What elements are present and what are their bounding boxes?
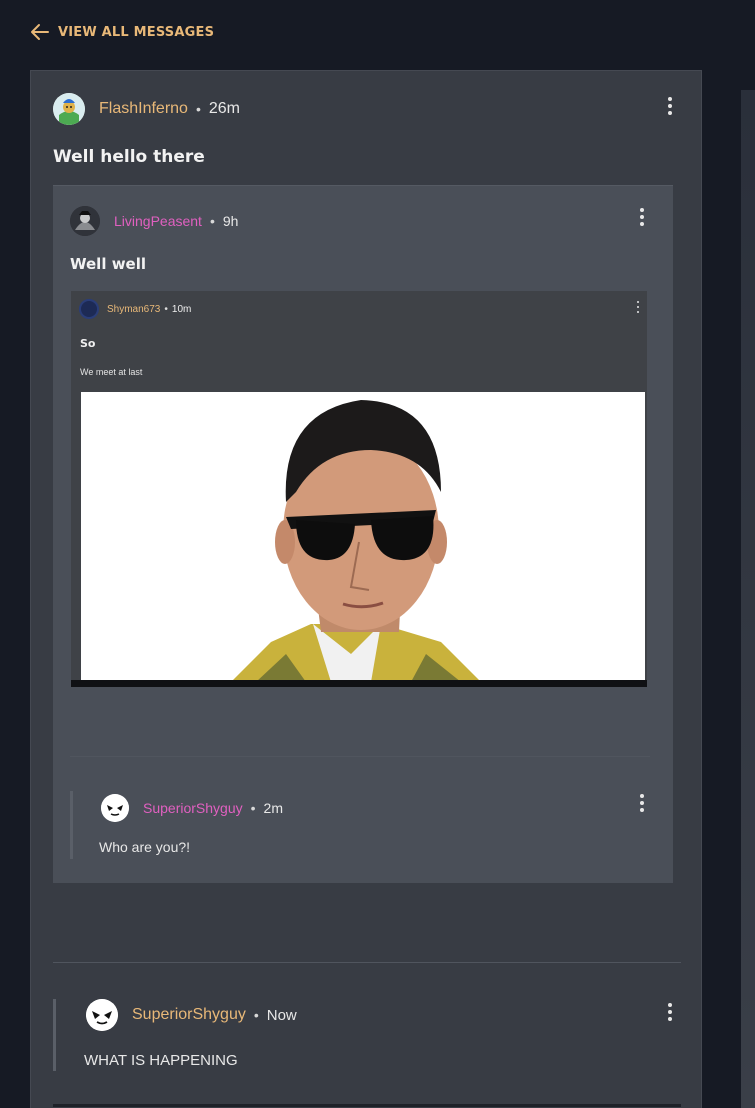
- reply-message: SuperiorShyguy • Now WHAT IS HAPPENING: [53, 999, 653, 1071]
- screenshot-header: Shyman673 • 10m: [79, 299, 191, 319]
- quoted-time: 9h: [222, 213, 239, 229]
- post-header: FlashInferno • 26m: [53, 93, 240, 125]
- quoted-menu-icon[interactable]: [640, 208, 646, 226]
- quoted-divider: [70, 756, 650, 757]
- view-all-messages-link[interactable]: VIEW ALL MESSAGES: [30, 22, 214, 42]
- reply-header: SuperiorShyguy • Now: [86, 999, 297, 1031]
- quoted-message: LivingPeasent • 9h Well well Shyman673 •…: [53, 185, 673, 883]
- post-username[interactable]: FlashInferno: [99, 100, 188, 118]
- embedded-screenshot[interactable]: Shyman673 • 10m So We meet at last: [71, 291, 647, 687]
- card-divider: [53, 962, 681, 963]
- quoted-reply: SuperiorShyguy • 2m Who are you?!: [70, 791, 630, 859]
- reply-time: Now: [266, 1006, 297, 1024]
- quoted-reply-text: Who are you?!: [99, 839, 191, 855]
- reply-text: WHAT IS HAPPENING: [84, 1052, 238, 1069]
- screenshot-title: So: [80, 337, 96, 350]
- quoted-reply-menu-icon[interactable]: [640, 794, 646, 812]
- adjacent-panel-edge: [741, 90, 755, 1108]
- screenshot-subtitle: We meet at last: [80, 367, 143, 377]
- post-time: 26m: [208, 100, 240, 117]
- quoted-username[interactable]: LivingPeasent: [114, 213, 202, 229]
- screenshot-menu-icon: [637, 301, 643, 313]
- quoted-reply-avatar[interactable]: [101, 794, 129, 822]
- screenshot-time: 10m: [171, 303, 192, 315]
- separator-dot: •: [209, 213, 215, 229]
- screenshot-avatar: [79, 299, 99, 319]
- screenshot-scrollbar: [71, 680, 647, 687]
- arrow-left-icon: [31, 24, 49, 40]
- separator-dot: •: [253, 1007, 259, 1023]
- reply-avatar[interactable]: [86, 999, 118, 1031]
- separator-dot: •: [164, 303, 168, 315]
- quoted-header: LivingPeasent • 9h: [70, 206, 238, 236]
- message-card: FlashInferno • 26m Well hello there Livi…: [30, 70, 702, 1108]
- quoted-reply-header: SuperiorShyguy • 2m: [101, 794, 283, 822]
- quoted-user-avatar[interactable]: [70, 206, 100, 236]
- screenshot-username: Shyman673: [107, 303, 161, 315]
- post-title: Well hello there: [53, 147, 205, 167]
- quoted-reply-username[interactable]: SuperiorShyguy: [143, 800, 243, 816]
- quoted-title: Well well: [70, 255, 147, 273]
- reply-username[interactable]: SuperiorShyguy: [132, 1006, 246, 1024]
- separator-dot: •: [195, 101, 201, 117]
- reply-menu-icon[interactable]: [668, 1003, 674, 1021]
- man-with-sunglasses-image: [81, 392, 645, 682]
- separator-dot: •: [250, 800, 256, 816]
- post-menu-icon[interactable]: [668, 97, 674, 115]
- input-area-edge: [53, 1104, 681, 1107]
- user-avatar[interactable]: [53, 93, 85, 125]
- view-all-messages-label: VIEW ALL MESSAGES: [58, 24, 215, 40]
- quoted-reply-time: 2m: [263, 800, 283, 816]
